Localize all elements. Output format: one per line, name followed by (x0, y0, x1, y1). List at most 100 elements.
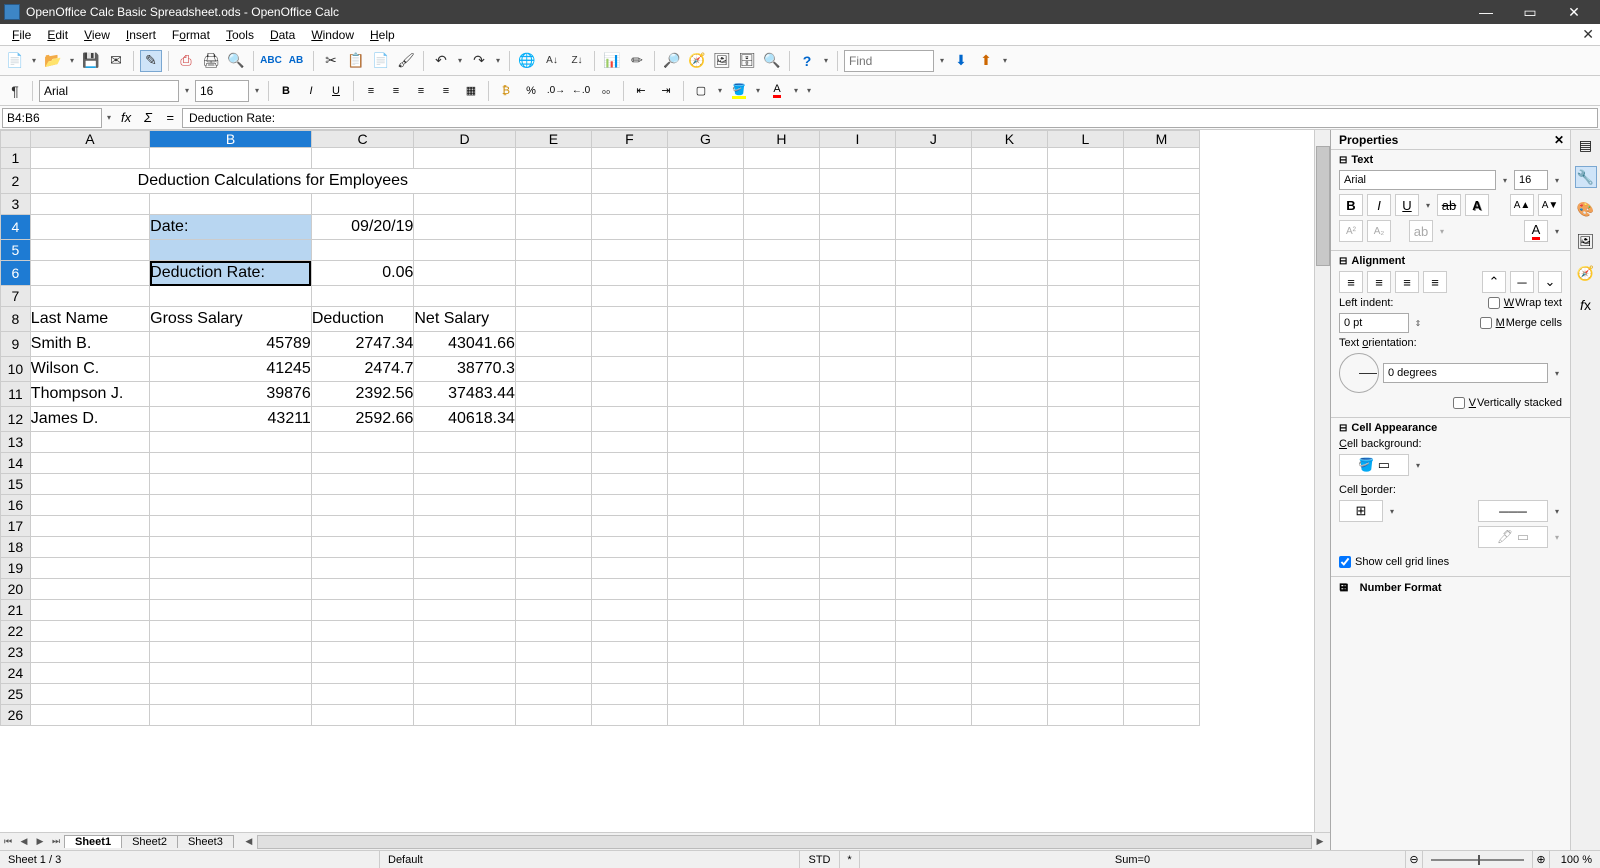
cell-J12[interactable] (895, 407, 971, 432)
cell-F6[interactable] (591, 261, 667, 286)
cell-L19[interactable] (1047, 558, 1123, 579)
cell-M9[interactable] (1123, 332, 1199, 357)
cell-E11[interactable] (515, 382, 591, 407)
cell-K6[interactable] (971, 261, 1047, 286)
cell-H10[interactable] (743, 357, 819, 382)
sort-asc-button[interactable]: A↓ (541, 50, 563, 72)
cell-K24[interactable] (971, 663, 1047, 684)
prop-valign-bot[interactable]: ⌄ (1538, 271, 1562, 293)
cell-K17[interactable] (971, 516, 1047, 537)
cell-B22[interactable] (150, 621, 312, 642)
cell-M25[interactable] (1123, 684, 1199, 705)
formula-input[interactable] (182, 108, 1598, 128)
cell-D23[interactable] (414, 642, 515, 663)
prop-underline-button[interactable]: U (1395, 194, 1419, 216)
cell-H1[interactable] (743, 148, 819, 169)
cell-C20[interactable] (311, 579, 414, 600)
find-replace-button[interactable]: 🔎 (661, 50, 683, 72)
cell-D14[interactable] (414, 453, 515, 474)
cell-F5[interactable] (591, 240, 667, 261)
document-close-icon[interactable]: ✕ (1582, 26, 1594, 43)
cell-M19[interactable] (1123, 558, 1199, 579)
datasources-button[interactable]: 🗄 (736, 50, 758, 72)
cell-E24[interactable] (515, 663, 591, 684)
cell-H12[interactable] (743, 407, 819, 432)
pdf-export-button[interactable]: ⎙ (175, 50, 197, 72)
zoom-out-button[interactable]: ⊖ (1406, 851, 1423, 868)
hyperlink-button[interactable]: 🌐 (516, 50, 538, 72)
sidebar-navigator-icon[interactable]: 🧭 (1575, 262, 1597, 284)
cell-F23[interactable] (591, 642, 667, 663)
cell-A14[interactable] (30, 453, 149, 474)
cell-M22[interactable] (1123, 621, 1199, 642)
show-draw-button[interactable]: ✏ (626, 50, 648, 72)
cell-I4[interactable] (819, 215, 895, 240)
cell-I19[interactable] (819, 558, 895, 579)
cell-J11[interactable] (895, 382, 971, 407)
col-head-B[interactable]: B (150, 131, 312, 148)
function-wizard-button[interactable]: fx (116, 108, 136, 128)
cell-B12[interactable]: 43211 (150, 407, 312, 432)
prop-align-right[interactable]: ≡ (1395, 271, 1419, 293)
cell-I3[interactable] (819, 194, 895, 215)
row-head-19[interactable]: 19 (1, 558, 31, 579)
cell-L21[interactable] (1047, 600, 1123, 621)
cell-I5[interactable] (819, 240, 895, 261)
cell-I1[interactable] (819, 148, 895, 169)
cell-D12[interactable]: 40618.34 (414, 407, 515, 432)
percent-button[interactable]: % (520, 80, 542, 102)
menu-data[interactable]: Data (262, 26, 303, 44)
cell-B11[interactable]: 39876 (150, 382, 312, 407)
sheet-tab-sheet1[interactable]: Sheet1 (64, 835, 122, 848)
cell-K20[interactable] (971, 579, 1047, 600)
cell-L15[interactable] (1047, 474, 1123, 495)
zoom-slider[interactable] (1423, 851, 1533, 868)
cell-E17[interactable] (515, 516, 591, 537)
cell-D3[interactable] (414, 194, 515, 215)
cell-H8[interactable] (743, 307, 819, 332)
cell-F11[interactable] (591, 382, 667, 407)
cell-A3[interactable] (30, 194, 149, 215)
name-box[interactable] (2, 108, 102, 128)
menu-view[interactable]: View (76, 26, 118, 44)
col-head-D[interactable]: D (414, 131, 515, 148)
section-cellapp-label[interactable]: Cell Appearance (1339, 422, 1562, 434)
new-doc-dropdown[interactable]: ▾ (29, 56, 39, 65)
cell-E10[interactable] (515, 357, 591, 382)
cell-B16[interactable] (150, 495, 312, 516)
copy-button[interactable]: 📋 (345, 50, 367, 72)
sidebar-styles-icon[interactable]: 🎨 (1575, 198, 1597, 220)
toolbar-overflow[interactable]: ▾ (821, 56, 831, 65)
row-head-18[interactable]: 18 (1, 537, 31, 558)
cell-J9[interactable] (895, 332, 971, 357)
cell-I6[interactable] (819, 261, 895, 286)
cell-K13[interactable] (971, 432, 1047, 453)
horizontal-scrollbar[interactable]: ◀▶ (241, 835, 1328, 849)
cell-C5[interactable] (311, 240, 414, 261)
spreadsheet-grid[interactable]: ABCDEFGHIJKLM12Deduction Calculations fo… (0, 130, 1330, 832)
cell-M23[interactable] (1123, 642, 1199, 663)
cell-H26[interactable] (743, 705, 819, 726)
cell-F3[interactable] (591, 194, 667, 215)
font-name-select[interactable] (39, 80, 179, 102)
cell-D25[interactable] (414, 684, 515, 705)
cell-L9[interactable] (1047, 332, 1123, 357)
cell-E1[interactable] (515, 148, 591, 169)
cell-D24[interactable] (414, 663, 515, 684)
cell-H3[interactable] (743, 194, 819, 215)
cell-D15[interactable] (414, 474, 515, 495)
cell-A13[interactable] (30, 432, 149, 453)
cell-E13[interactable] (515, 432, 591, 453)
cell-C1[interactable] (311, 148, 414, 169)
cell-E6[interactable] (515, 261, 591, 286)
cell-D4[interactable] (414, 215, 515, 240)
cell-L25[interactable] (1047, 684, 1123, 705)
cell-B20[interactable] (150, 579, 312, 600)
cell-J15[interactable] (895, 474, 971, 495)
prop-valign-top[interactable]: ⌃ (1482, 271, 1506, 293)
align-center-button[interactable]: ≡ (385, 80, 407, 102)
name-box-dropdown[interactable]: ▾ (104, 113, 114, 122)
vstack-checkbox[interactable]: VVertically stacked (1453, 397, 1562, 409)
cell-I21[interactable] (819, 600, 895, 621)
styles-button[interactable]: ¶ (4, 80, 26, 102)
